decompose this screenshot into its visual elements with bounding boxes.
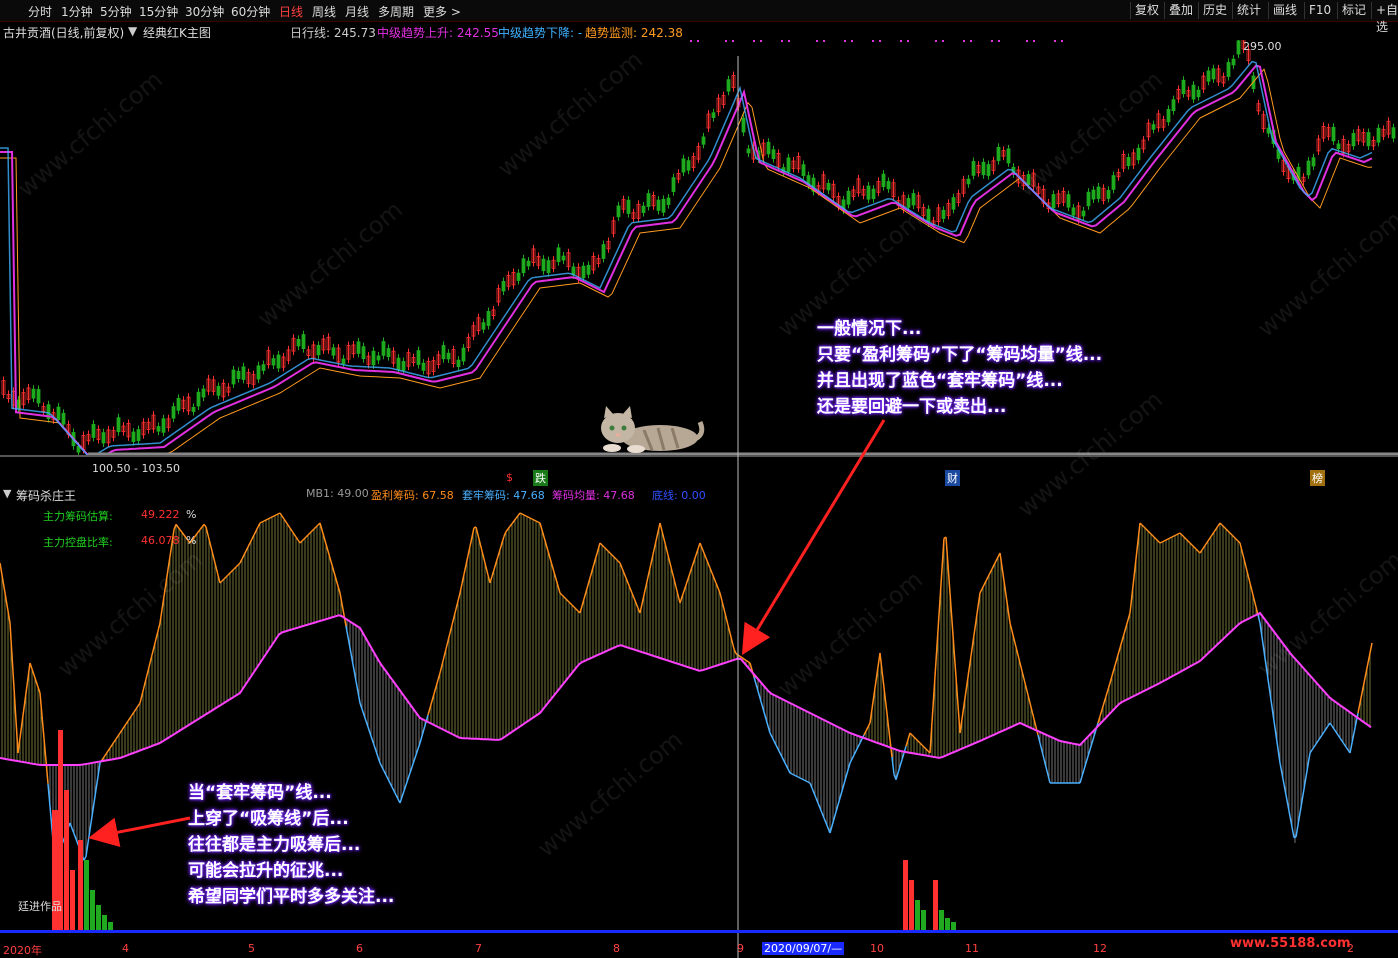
axis-date-label: 11 xyxy=(965,942,979,955)
axis-date-label: 4 xyxy=(122,942,129,955)
axis-date-label: 10 xyxy=(870,942,884,955)
axis-date-label: 12 xyxy=(1093,942,1107,955)
arrow-to-cross-point xyxy=(741,419,886,656)
site-footer[interactable]: www.55188.com xyxy=(1230,936,1351,951)
axis-date-label: 5 xyxy=(248,942,255,955)
crosshair-date-label: 2020/09/07/— xyxy=(762,942,845,955)
axis-date-label: 7 xyxy=(475,942,482,955)
axis-date-label: 6 xyxy=(356,942,363,955)
axis-date-label: 2020年 xyxy=(3,944,42,957)
arrow-overlay xyxy=(88,56,886,958)
arrow-to-absorb-point xyxy=(88,816,191,848)
axis-date-label: 8 xyxy=(613,942,620,955)
bottom-line xyxy=(0,930,1398,933)
axis-date-label: 9 xyxy=(737,942,744,955)
